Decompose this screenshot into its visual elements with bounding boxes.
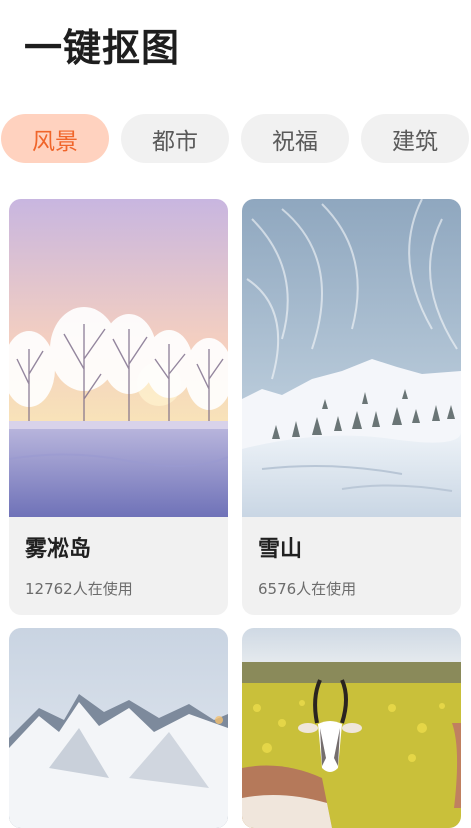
card-usage-count: 12762人在使用 xyxy=(25,580,133,598)
template-card-alpine-peaks[interactable] xyxy=(9,628,228,828)
tab-scenery[interactable]: 风景 xyxy=(1,114,109,163)
page-title: 一键抠图 xyxy=(24,26,181,70)
card-image-rime-trees xyxy=(9,199,228,517)
tab-blessing[interactable]: 祝福 xyxy=(241,114,349,163)
template-card-snow-mountain[interactable]: 雪山 6576人在使用 xyxy=(242,199,461,615)
card-title: 雾凇岛 xyxy=(25,537,92,562)
template-card-antelope[interactable] xyxy=(242,628,461,828)
card-usage-count: 6576人在使用 xyxy=(258,580,357,598)
card-image-antelope xyxy=(242,628,461,828)
template-card-rime-island[interactable]: 雾凇岛 12762人在使用 xyxy=(9,199,228,615)
card-image-snow-mountain xyxy=(242,199,461,517)
card-title: 雪山 xyxy=(258,537,303,562)
category-tabs: 风景 都市 祝福 建筑 xyxy=(0,114,471,164)
card-image-alpine-peaks xyxy=(9,628,228,828)
tab-architecture[interactable]: 建筑 xyxy=(361,114,469,163)
tab-city[interactable]: 都市 xyxy=(121,114,229,163)
